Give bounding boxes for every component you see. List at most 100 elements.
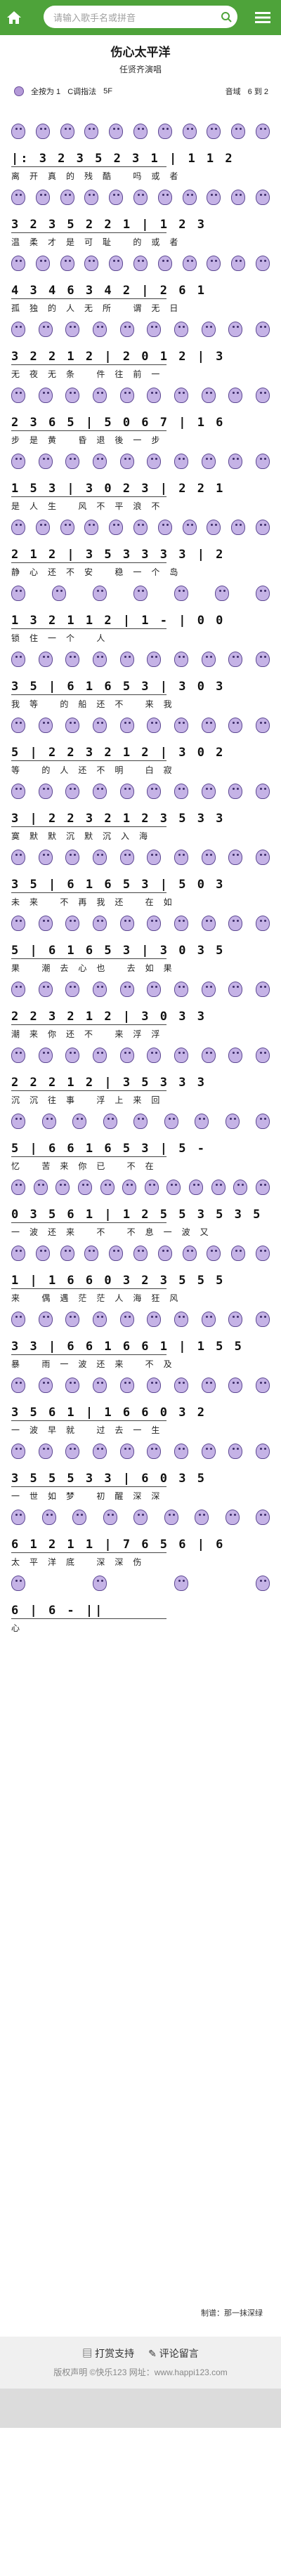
fingering-hole-icon	[228, 850, 243, 865]
note-row: 6 1 2 1 1 | 7 6 5 6 | 6	[11, 1538, 270, 1553]
fingering-hole-icon	[255, 454, 270, 469]
fingering-hole-icon	[11, 322, 25, 337]
fingering-hole-icon	[65, 982, 80, 997]
fingering-hole-icon	[119, 1444, 134, 1459]
fingering-hole-icon	[65, 1378, 80, 1393]
fingering-hole-icon	[11, 1576, 25, 1591]
fingering-hole-icon	[77, 1180, 92, 1195]
fingering-hole-icon	[11, 454, 25, 469]
footer-band	[0, 2389, 281, 2428]
fingering-hole-icon	[133, 586, 148, 601]
fingering-hole-icon	[157, 1246, 172, 1261]
fingering-hole-icon	[147, 1444, 162, 1459]
fingering-hole-icon	[92, 652, 107, 667]
comment-button[interactable]: ✎ 评论留言	[148, 2346, 199, 2360]
fingering-hole-icon	[35, 124, 50, 139]
fingering-hole-icon	[55, 1180, 70, 1195]
note-row: 3 | 2 2 3 2 1 2 3 5 3 3	[11, 812, 270, 827]
fingering-hole-icon	[255, 784, 270, 799]
fingering-hole-icon	[201, 1048, 216, 1063]
score-line: 1 5 3 | 3 0 2 3 | 2 2 1 是人生 风不平浪不	[11, 454, 270, 520]
fingering-hole-icon	[38, 1444, 53, 1459]
fingering-hole-icon	[35, 190, 50, 205]
fingering-hole-icon	[133, 520, 148, 535]
fingering-hole-icon	[255, 190, 270, 205]
lyric-row: 温柔才是可耻 的或者	[11, 237, 188, 247]
fingering-row	[11, 1510, 270, 1528]
note-row: 5 | 2 2 3 2 1 2 | 3 0 2	[11, 746, 270, 761]
score-line: 2 1 2 | 3 5 3 3 3 3 | 2 静心还不安 稳一个岛	[11, 520, 270, 586]
lyric-row: 是人生 风不平浪不	[11, 501, 170, 511]
fingering-hole-icon	[38, 982, 53, 997]
fingering-hole-icon	[38, 718, 53, 733]
fingering-hole-icon	[11, 1444, 25, 1459]
fingering-hole-icon	[72, 1114, 86, 1129]
fingering-hole-icon	[215, 586, 229, 601]
menu-button[interactable]	[249, 0, 277, 35]
fingering-hole-icon	[38, 784, 53, 799]
fingering-hole-icon	[11, 1312, 25, 1327]
fingering-hole-icon	[195, 1510, 209, 1525]
fingering-hole-icon	[147, 916, 162, 931]
fingering-hole-icon	[228, 388, 243, 403]
fingering-hole-icon	[164, 1114, 178, 1129]
fingering-hole-icon	[207, 1246, 221, 1261]
fingering-hole-icon	[52, 586, 66, 601]
fingering-hole-icon	[255, 850, 270, 865]
fingering-hole-icon	[38, 322, 53, 337]
fingering-hole-icon	[147, 1048, 162, 1063]
fingering-hole-icon	[11, 190, 25, 205]
fingering-hole-icon	[133, 1246, 148, 1261]
fingering-row	[11, 652, 270, 670]
fingering-hole-icon	[65, 718, 80, 733]
score-line: 3 5 | 6 1 6 5 3 | 3 0 3 我等 的船还不 来我	[11, 652, 270, 718]
meta-range: 6 到 2	[247, 88, 268, 96]
note-row: 0 3 5 6 1 | 1 2 5 5 3 5 3 5	[11, 1208, 270, 1223]
page-footer: ▤ 打赏支持 ✎ 评论留言 版权声明 ©快乐123 网址：www.happi12…	[0, 2337, 281, 2428]
fingering-hole-icon	[174, 388, 188, 403]
fingering-row	[11, 784, 270, 802]
fingering-hole-icon	[207, 124, 221, 139]
score-line: 3 2 2 1 2 | 2 0 1 2 | 3 无夜无条 件往前一	[11, 322, 270, 388]
fingering-hole-icon	[174, 982, 188, 997]
fingering-hole-icon	[255, 982, 270, 997]
fingering-hole-icon	[157, 256, 172, 271]
fingering-hole-icon	[255, 1246, 270, 1261]
fingering-hole-icon	[93, 586, 107, 601]
tip-label: 打赏支持	[95, 2348, 135, 2359]
fingering-hole-icon	[100, 1180, 115, 1195]
fingering-hole-icon	[228, 1312, 243, 1327]
fingering-hole-icon	[255, 256, 270, 271]
score-line: 3 5 | 6 1 6 5 3 | 5 0 3 未来 不再我还 在如	[11, 850, 270, 916]
fingering-hole-icon	[92, 916, 107, 931]
fingering-hole-icon	[119, 1378, 134, 1393]
fingering-hole-icon	[38, 1312, 53, 1327]
fingering-icon	[14, 86, 24, 96]
lyric-row: 心	[11, 1623, 30, 1633]
fingering-hole-icon	[225, 1114, 240, 1129]
tip-button[interactable]: ▤ 打赏支持	[82, 2346, 134, 2360]
fingering-hole-icon	[182, 256, 197, 271]
fingering-hole-icon	[255, 1048, 270, 1063]
search-button[interactable]	[215, 6, 237, 28]
fingering-hole-icon	[92, 1048, 107, 1063]
note-row: 3 2 2 1 2 | 2 0 1 2 | 3	[11, 350, 270, 365]
meta-range-label: 音域	[225, 88, 241, 96]
fingering-hole-icon	[231, 124, 246, 139]
fingering-hole-icon	[255, 718, 270, 733]
home-button[interactable]	[0, 0, 28, 35]
fingering-row	[11, 322, 270, 340]
note-row: 6 | 6 - ||	[11, 1604, 270, 1619]
fingering-hole-icon	[92, 454, 107, 469]
fingering-hole-icon	[201, 454, 216, 469]
fingering-hole-icon	[157, 124, 172, 139]
fingering-hole-icon	[174, 916, 188, 931]
fingering-hole-icon	[93, 1576, 107, 1591]
fingering-hole-icon	[92, 784, 107, 799]
fingering-hole-icon	[11, 982, 25, 997]
fingering-hole-icon	[147, 322, 162, 337]
note-row: 1 3 2 1 1 2 | 1 - | 0 0	[11, 614, 270, 629]
score-line: 3 5 5 5 3 3 | 6 0 3 5 一世如梦 初醒深深	[11, 1444, 270, 1510]
search-input[interactable]: 请输入歌手名或拼音	[44, 6, 237, 28]
fingering-hole-icon	[255, 388, 270, 403]
